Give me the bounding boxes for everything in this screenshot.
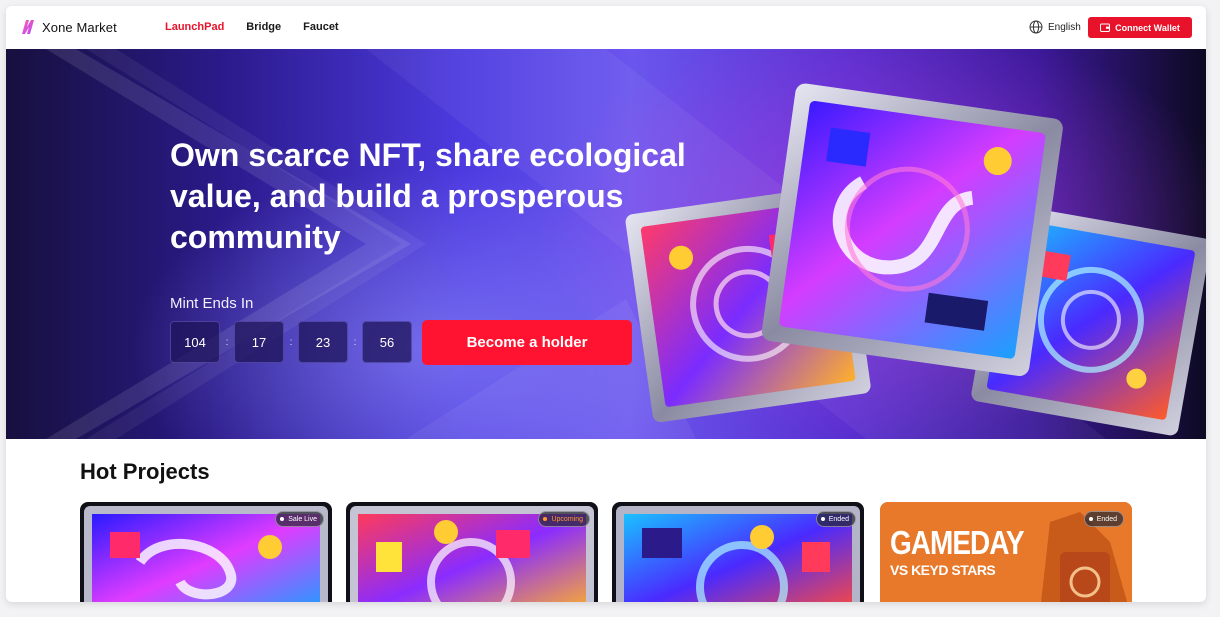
status-dot-icon: [280, 517, 285, 521]
countdown-timer: 104 : 17 : 23 : 56: [170, 321, 412, 363]
countdown-hours: 17: [234, 321, 284, 363]
status-badge: Ended: [815, 511, 856, 527]
project-card[interactable]: Upcoming: [346, 502, 598, 602]
project-card[interactable]: Ended: [612, 502, 864, 602]
brand-name: Xone Market: [42, 19, 117, 35]
gameday-headline: GAMEDAY: [890, 524, 1025, 562]
project-card[interactable]: Sale Live: [80, 502, 332, 602]
countdown-separator: :: [225, 336, 229, 348]
nav-links: LaunchPad Bridge Faucet: [165, 21, 339, 33]
xone-logo-icon: [22, 20, 34, 34]
wallet-icon: [1100, 23, 1111, 32]
app-frame: Xone Market LaunchPad Bridge Faucet Engl…: [6, 6, 1206, 602]
countdown-separator: :: [353, 336, 357, 348]
language-selector[interactable]: English: [1029, 20, 1081, 34]
nav-faucet[interactable]: Faucet: [303, 21, 338, 33]
countdown-seconds: 56: [362, 321, 412, 363]
hero-banner: Own scarce NFT, share ecological value, …: [6, 49, 1206, 439]
status-badge: Upcoming: [538, 511, 590, 527]
status-dot-icon: [820, 517, 825, 521]
status-label: Sale Live: [288, 515, 317, 523]
countdown-separator: :: [289, 336, 293, 348]
status-label: Ended: [828, 515, 849, 523]
status-dot-icon: [543, 517, 548, 521]
language-label: English: [1048, 21, 1081, 33]
status-badge: Ended: [1083, 511, 1124, 527]
gameday-subline: VS KEYD STARS: [890, 562, 996, 578]
top-nav: Xone Market LaunchPad Bridge Faucet Engl…: [6, 6, 1206, 49]
brand[interactable]: Xone Market: [20, 18, 117, 36]
project-card[interactable]: GAMEDAY VS KEYD STARS Ended: [880, 502, 1132, 602]
nav-bridge[interactable]: Bridge: [246, 21, 281, 33]
hero-nft-illustration: [625, 83, 1206, 436]
connect-wallet-label: Connect Wallet: [1115, 22, 1180, 33]
connect-wallet-button[interactable]: Connect Wallet: [1088, 17, 1192, 38]
become-holder-button[interactable]: Become a holder: [422, 320, 632, 365]
status-badge: Sale Live: [275, 511, 324, 527]
globe-icon: [1029, 20, 1043, 34]
hot-projects-list: Sale Live Upcoming Ended GAMEDAY VS KEYD…: [80, 502, 1132, 602]
countdown-minutes: 23: [298, 321, 348, 363]
nav-launchpad[interactable]: LaunchPad: [165, 21, 224, 33]
status-dot-icon: [1088, 517, 1093, 521]
hot-projects-title: Hot Projects: [80, 459, 210, 484]
status-label: Upcoming: [551, 515, 583, 523]
status-label: Ended: [1096, 515, 1117, 523]
mint-ends-label: Mint Ends In: [170, 295, 254, 312]
countdown-days: 104: [170, 321, 220, 363]
